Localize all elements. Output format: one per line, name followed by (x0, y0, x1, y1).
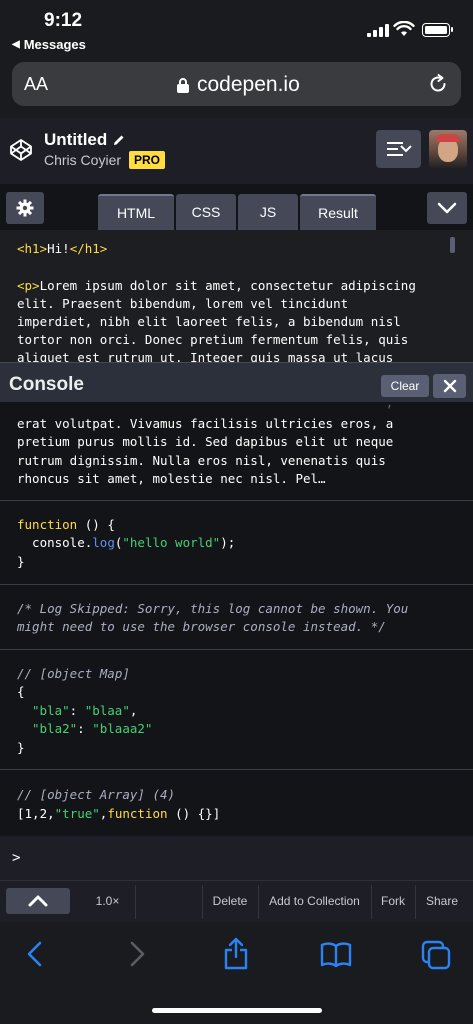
console-header: Console Clear (0, 362, 473, 402)
divider (135, 885, 136, 919)
back-to-messages-label: Messages (23, 37, 86, 52)
log-line: "bla": "blaa", (32, 703, 138, 718)
bookmarks-icon[interactable] (320, 940, 352, 968)
editor-scrollbar[interactable] (450, 237, 455, 253)
tab-css[interactable]: CSS (176, 194, 236, 230)
back-triangle-icon: ◀ (12, 39, 20, 50)
browser-toolbar (0, 922, 473, 1024)
layout-menu-icon (387, 142, 412, 156)
tab-html[interactable]: HTML (98, 194, 174, 230)
address-bar[interactable]: AA codepen.io (12, 62, 461, 106)
code-line: <p>Lorem ipsum dolor sit amet, consectet… (17, 278, 416, 293)
lock-icon (177, 77, 189, 93)
url-text: codepen.io (197, 73, 300, 96)
code-line: <h1>Hi!</h1> (17, 241, 108, 256)
pen-title[interactable]: Untitled (44, 130, 125, 150)
console-log-entry: function () { console.log("hello world")… (0, 501, 473, 585)
tab-result[interactable]: Result (300, 194, 376, 230)
codepen-logo-icon[interactable] (9, 138, 33, 162)
close-icon (443, 379, 456, 393)
settings-button[interactable] (6, 192, 44, 224)
code-line: elit. Praesent bibendum, lorem vel tinci… (17, 296, 349, 311)
code-line: aliquet est rutrum ut. Integer quis mass… (17, 350, 394, 362)
share-button[interactable]: Share (415, 894, 469, 908)
collapse-button[interactable] (427, 192, 467, 224)
delete-button[interactable]: Delete (202, 894, 258, 908)
chevron-up-icon (28, 895, 48, 907)
zoom-level[interactable]: 1.0× (80, 894, 135, 908)
code-line: imperdiet, nibh elit laoreet felis, a bi… (17, 314, 401, 329)
home-indicator (152, 1008, 322, 1013)
pencil-icon[interactable] (113, 134, 125, 146)
change-view-button[interactable] (376, 130, 421, 168)
chevron-down-icon (437, 202, 457, 214)
console-log-entry: // [object Map] { "bla": "blaa", "bla2":… (0, 650, 473, 770)
log-line: erat volutpat. Vivamus facilisis ultrici… (17, 416, 394, 431)
text-size-button[interactable]: AA (24, 74, 48, 95)
clock: 9:12 (44, 10, 83, 31)
log-line: // [object Array] (4) (17, 787, 176, 802)
url-display[interactable]: codepen.io (177, 73, 300, 97)
add-to-collection-button[interactable]: Add to Collection (258, 894, 371, 908)
clear-console-button[interactable]: Clear (381, 375, 429, 397)
console-log-entry: // [object Array] (4) [1,2,"true",functi… (0, 770, 473, 836)
log-line: [1,2,"true",function () {}] (17, 806, 221, 821)
codepen-footer: 1.0× Delete Add to Collection Fork Share (0, 880, 473, 922)
fork-button[interactable]: Fork (371, 894, 415, 908)
log-line: pretium purus mollis id. Sed dapibus eli… (17, 434, 394, 449)
log-line: rutrum dignissim. Nulla eros nisl, venen… (17, 453, 386, 468)
html-code-editor[interactable]: <h1>Hi!</h1> <p>Lorem ipsum dolor sit am… (0, 230, 473, 362)
log-line: might need to use the browser console in… (17, 619, 386, 634)
log-line: { (17, 684, 25, 699)
pro-badge: PRO (129, 151, 166, 169)
editor-tabs: HTML CSS JS Result (98, 194, 376, 230)
forward-arrow-icon[interactable] (126, 940, 148, 968)
reload-icon[interactable] (427, 73, 449, 95)
tab-js[interactable]: JS (238, 194, 298, 230)
log-line: } (17, 740, 25, 755)
log-line: rhoncus sit amet, molestie nec nisl. Pel… (17, 471, 326, 486)
user-avatar[interactable] (429, 130, 467, 168)
gear-icon (16, 199, 34, 217)
code-line: tortor non orci. Donec pretium fermentum… (17, 332, 409, 347)
log-line: console.log("hello world"); (17, 535, 236, 550)
back-to-messages-link[interactable]: ◀ Messages (12, 37, 86, 52)
codepen-header: Untitled Chris Coyier PRO (0, 118, 473, 184)
pen-title-text: Untitled (44, 130, 108, 149)
wifi-icon (393, 21, 415, 36)
pen-author: Chris Coyier PRO (44, 151, 166, 169)
log-line: // [object Map] (17, 666, 130, 681)
signal-icon (367, 24, 389, 37)
log-line-partial: , (17, 402, 394, 410)
status-bar: 9:12 ◀ Messages (0, 0, 473, 58)
console-log-entry: /* Log Skipped: Sorry, this log cannot b… (0, 585, 473, 650)
back-arrow-icon[interactable] (24, 940, 46, 968)
author-name[interactable]: Chris Coyier (44, 152, 121, 168)
console-title: Console (9, 374, 84, 395)
log-line: } (17, 554, 25, 569)
editor-tabs-bar: HTML CSS JS Result (0, 184, 473, 230)
log-line: "bla2": "blaaa2" (32, 721, 153, 736)
browser-address-area: AA codepen.io (0, 58, 473, 118)
log-line: /* Log Skipped: Sorry, this log cannot b… (17, 601, 409, 616)
tabs-icon[interactable] (421, 940, 451, 970)
share-icon[interactable] (222, 936, 250, 970)
console-input[interactable]: > (0, 836, 473, 880)
console-prompt: > (12, 850, 21, 866)
battery-icon (422, 23, 453, 37)
log-line: function () { (17, 517, 115, 532)
expand-up-button[interactable] (6, 888, 70, 914)
console-log-entry: , erat volutpat. Vivamus facilisis ultri… (0, 402, 473, 501)
close-console-button[interactable] (433, 374, 466, 398)
